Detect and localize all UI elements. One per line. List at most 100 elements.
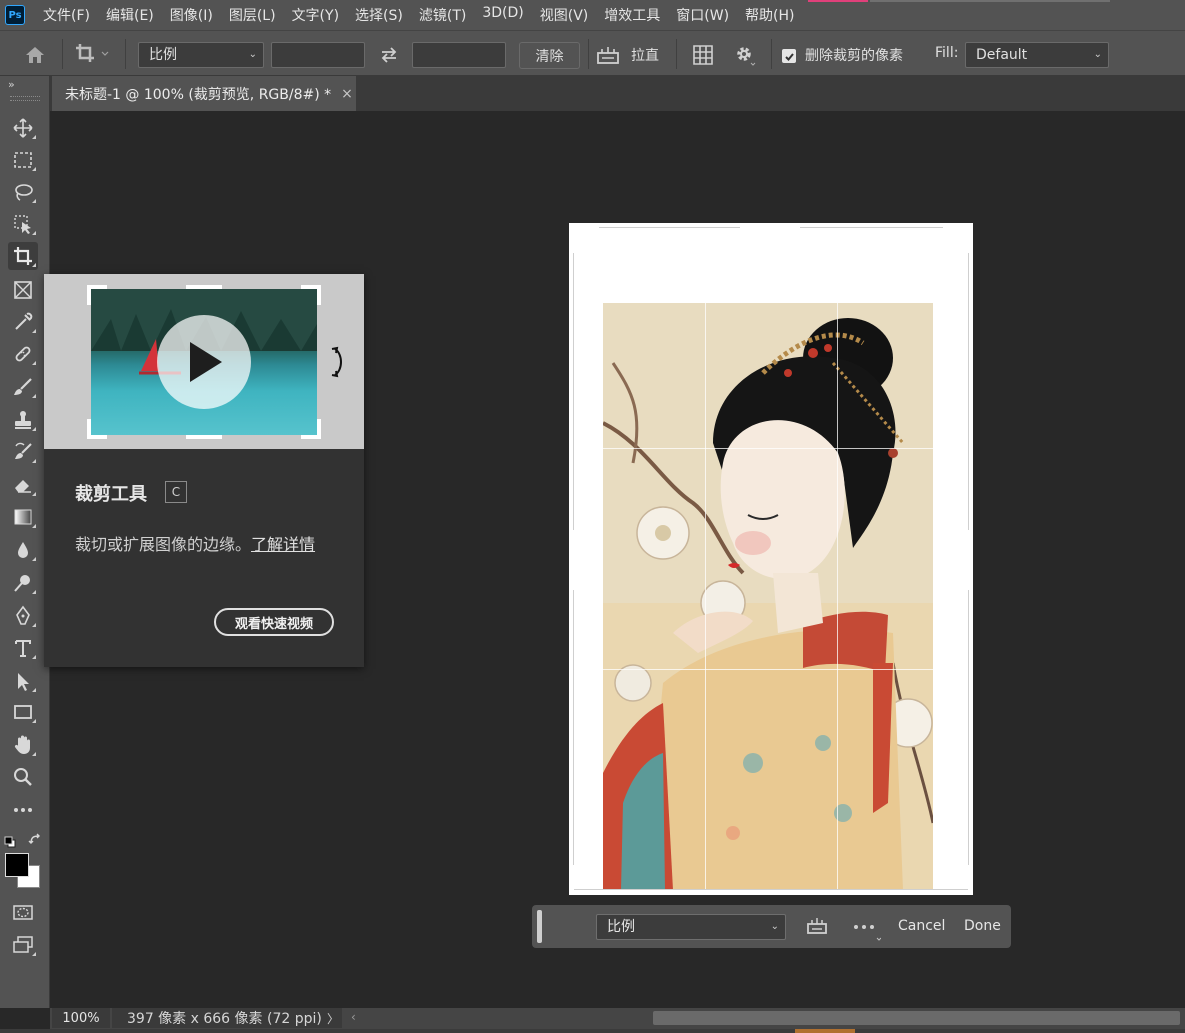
chevron-right-icon[interactable]: 〉	[327, 1010, 339, 1027]
lasso-icon[interactable]	[8, 178, 38, 206]
thumb-handle	[87, 285, 91, 305]
straighten-icon[interactable]	[804, 914, 830, 938]
default-colors-icon[interactable]	[4, 833, 16, 848]
options-bar: 比例 ⌄ 清除 拉直 删除裁剪的像素 Fill: Default ⌄	[0, 30, 1185, 76]
crop-handle-bottom-left[interactable]	[569, 865, 574, 895]
gradient-icon[interactable]	[8, 503, 38, 531]
thumb-handle	[317, 419, 321, 439]
clear-button[interactable]: 清除	[519, 42, 580, 69]
thumb-handle	[186, 435, 222, 439]
crop-handle-bottom[interactable]	[740, 890, 800, 895]
crop-handle-bottom-right[interactable]	[968, 865, 973, 895]
frame-icon[interactable]	[8, 276, 38, 304]
crop-preset-icon[interactable]	[72, 41, 112, 67]
document-info[interactable]: 397 像素 x 666 像素 (72 ppi)	[112, 1008, 342, 1028]
chevron-down-icon: ⌄	[770, 921, 779, 932]
blur-icon[interactable]	[8, 536, 38, 564]
collapse-icon[interactable]: »	[8, 78, 15, 91]
rotate-cursor-icon	[329, 346, 349, 378]
menu-edit[interactable]: 编辑(E)	[98, 5, 162, 25]
rectangle-icon[interactable]	[8, 698, 38, 726]
brush-icon[interactable]	[8, 373, 38, 401]
width-input[interactable]	[271, 42, 365, 68]
eraser-icon[interactable]	[8, 471, 38, 499]
menu-layer[interactable]: 图层(L)	[221, 5, 284, 25]
menu-bar: Ps 文件(F) 编辑(E) 图像(I) 图层(L) 文字(Y) 选择(S) 滤…	[0, 0, 1185, 30]
delete-cropped-label: 删除裁剪的像素	[805, 48, 903, 64]
marquee-icon[interactable]	[8, 146, 38, 174]
horizontal-scrollbar[interactable]	[653, 1011, 1180, 1025]
crop-handle-top-right[interactable]	[968, 223, 973, 253]
crop-border	[573, 227, 969, 890]
path-select-icon[interactable]	[8, 667, 38, 695]
document-tab[interactable]: 未标题-1 @ 100% (裁剪预览, RGB/8#) * ×	[52, 76, 356, 111]
overlay-grid-icon[interactable]	[690, 42, 716, 68]
fill-label: Fill:	[935, 45, 959, 61]
crop-icon[interactable]	[8, 242, 38, 270]
dodge-icon[interactable]	[8, 569, 38, 597]
straighten-label[interactable]: 拉直	[631, 45, 659, 65]
play-icon[interactable]	[157, 315, 251, 409]
document-tab-title: 未标题-1 @ 100% (裁剪预览, RGB/8#) *	[65, 86, 332, 103]
straighten-icon[interactable]	[594, 42, 622, 68]
crop-handle-top-left[interactable]	[569, 223, 574, 253]
cancel-button[interactable]: Cancel	[898, 918, 945, 934]
crop-handle-right[interactable]	[968, 530, 973, 590]
menu-image[interactable]: 图像(I)	[162, 5, 221, 25]
history-brush-icon[interactable]	[8, 438, 38, 466]
zoom-level[interactable]: 100%	[52, 1008, 110, 1028]
ratio-select[interactable]: 比例 ⌄	[138, 42, 264, 68]
menu-file[interactable]: 文件(F)	[35, 5, 98, 25]
thumb-handle	[87, 419, 91, 439]
shortcut-key-badge: C	[165, 481, 187, 503]
menu-view[interactable]: 视图(V)	[532, 5, 597, 25]
menu-type[interactable]: 文字(Y)	[284, 5, 347, 25]
zoom-icon[interactable]	[8, 763, 38, 791]
object-select-icon[interactable]	[8, 210, 38, 238]
menu-plugins[interactable]: 增效工具	[596, 5, 668, 25]
stamp-icon[interactable]	[8, 406, 38, 434]
foreground-color-swatch[interactable]	[5, 853, 29, 877]
close-icon[interactable]: ×	[341, 86, 353, 102]
gear-icon[interactable]	[732, 42, 758, 68]
type-icon[interactable]	[8, 634, 38, 662]
taskbar-strip	[0, 1029, 1185, 1033]
menu-help[interactable]: 帮助(H)	[737, 5, 802, 25]
swap-colors-icon[interactable]	[28, 832, 42, 846]
delete-cropped-checkbox[interactable]	[782, 49, 796, 63]
height-input[interactable]	[412, 42, 506, 68]
move-icon[interactable]	[8, 114, 38, 142]
quick-mask-icon[interactable]	[8, 898, 38, 926]
more-options-icon[interactable]	[850, 914, 882, 942]
done-button[interactable]: Done	[964, 918, 1001, 934]
window-title-strip	[870, 0, 1110, 2]
eyedropper-icon[interactable]	[8, 308, 38, 336]
home-icon[interactable]	[22, 43, 48, 67]
window-accent-strip	[808, 0, 868, 2]
crop-handle-top[interactable]	[740, 223, 800, 228]
chevron-down-icon: ⌄	[248, 49, 257, 60]
menu-filter[interactable]: 滤镜(T)	[411, 5, 474, 25]
scroll-left-icon[interactable]: ‹	[351, 1010, 356, 1024]
panel-grip[interactable]	[10, 96, 40, 101]
pen-icon[interactable]	[8, 602, 38, 630]
fill-select[interactable]: Default ⌄	[965, 42, 1109, 68]
menu-select[interactable]: 选择(S)	[347, 5, 411, 25]
hand-icon[interactable]	[8, 731, 38, 759]
healing-brush-icon[interactable]	[8, 340, 38, 368]
crop-ratio-value: 比例	[607, 919, 635, 935]
drag-handle[interactable]	[537, 910, 542, 943]
swap-icon[interactable]	[375, 43, 403, 67]
more-tools-icon[interactable]	[8, 796, 38, 824]
thumb-handle	[317, 285, 321, 305]
menu-3d[interactable]: 3D(D)	[474, 5, 531, 25]
learn-more-link[interactable]: 了解详情	[251, 535, 315, 554]
watch-video-button[interactable]: 观看快速视频	[214, 608, 334, 636]
menu-window[interactable]: 窗口(W)	[668, 5, 737, 25]
crop-handle-left[interactable]	[569, 530, 574, 590]
crop-ratio-select[interactable]: 比例 ⌄	[596, 914, 786, 940]
screen-mode-icon[interactable]	[8, 931, 38, 959]
tool-tip-title: 裁剪工具	[75, 484, 147, 505]
chevron-down-icon: ⌄	[1093, 49, 1102, 60]
tool-tip-description-text: 裁切或扩展图像的边缘。	[75, 535, 252, 554]
